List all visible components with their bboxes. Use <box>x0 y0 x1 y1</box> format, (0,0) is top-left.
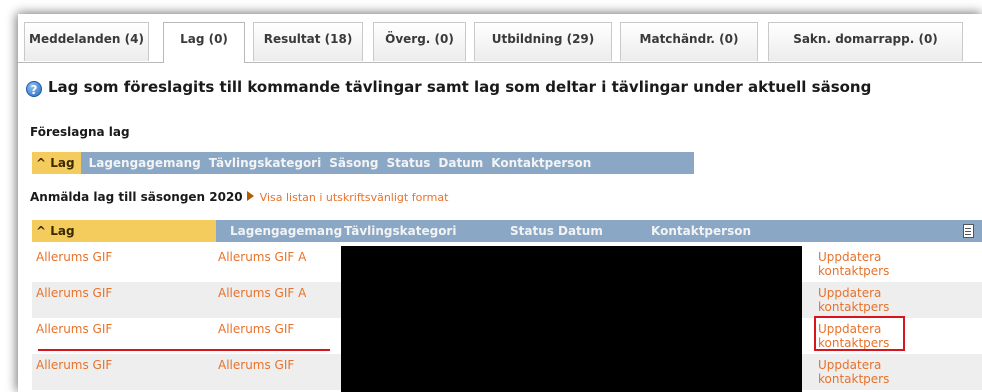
update-contact-link[interactable]: Uppdatera kontaktpers <box>818 358 908 386</box>
engagement-link[interactable]: Allerums GIF A <box>218 250 306 264</box>
col-header-tavlingskategori[interactable]: Tävlingskategori <box>344 220 456 242</box>
update-contact-link[interactable]: Uppdatera kontaktpers <box>818 250 908 278</box>
print-friendly-link[interactable]: Visa listan i utskriftsvänligt format <box>260 191 449 204</box>
col-header-kontaktperson[interactable]: Kontaktperson <box>491 156 591 170</box>
help-icon[interactable]: ? <box>26 81 42 97</box>
tab-bar: Meddelanden (4) Lag (0) Resultat (18) Öv… <box>18 14 982 63</box>
engagement-link[interactable]: Allerums GIF <box>218 358 294 372</box>
tab-lag[interactable]: Lag (0) <box>163 22 245 63</box>
col-header-datum[interactable]: Datum <box>558 220 603 242</box>
proposed-teams-header: ^ Lag Lagengagemang Tävlingskategori Säs… <box>32 152 694 174</box>
page-title: ? Lag som föreslagits till kommande tävli… <box>26 78 976 97</box>
col-header-tavlingskategori[interactable]: Tävlingskategori <box>209 156 321 170</box>
page-title-text: Lag som föreslagits till kommande tävlin… <box>48 78 872 96</box>
engagement-link[interactable]: Allerums GIF A <box>218 286 306 300</box>
col-header-sasong[interactable]: Säsong <box>329 156 378 170</box>
tab-utbildning[interactable]: Utbildning (29) <box>474 22 612 61</box>
app-frame: Meddelanden (4) Lag (0) Resultat (18) Öv… <box>18 14 982 392</box>
team-link[interactable]: Allerums GIF <box>36 286 112 300</box>
team-link[interactable]: Allerums GIF <box>36 250 112 264</box>
proposed-teams-title: Föreslagna lag <box>30 125 130 139</box>
col-header-datum[interactable]: Datum <box>438 156 483 170</box>
col-header-lagengagemang[interactable]: Lagengagemang <box>89 156 201 170</box>
annotation-highlight-box <box>814 316 905 351</box>
registered-teams-header: ^ Lag Lagengagemang Tävlingskategori Sta… <box>32 220 982 242</box>
registered-teams-title-text: Anmälda lag till säsongen 2020 <box>30 190 243 204</box>
tab-meddelanden[interactable]: Meddelanden (4) <box>24 22 149 61</box>
col-header-status[interactable]: Status <box>386 156 430 170</box>
tab-overg[interactable]: Överg. (0) <box>373 22 466 61</box>
redaction-block <box>341 246 802 392</box>
engagement-link[interactable]: Allerums GIF <box>218 322 294 336</box>
tab-sakn-domarrapp[interactable]: Sakn. domarrapp. (0) <box>768 22 963 61</box>
col-header-lagengagemang[interactable]: Lagengagemang <box>230 220 342 242</box>
col-header-status[interactable]: Status <box>510 220 554 242</box>
team-link[interactable]: Allerums GIF <box>36 358 112 372</box>
annotation-underline <box>38 349 330 351</box>
triangle-right-icon <box>246 191 254 201</box>
registered-teams-title: Anmälda lag till säsongen 2020 Visa lista… <box>30 190 448 204</box>
team-link[interactable]: Allerums GIF <box>36 322 112 336</box>
document-icon[interactable] <box>963 224 974 238</box>
col-header-lag[interactable]: ^ Lag <box>32 152 81 174</box>
col-header-lag[interactable]: ^ Lag <box>32 220 216 242</box>
col-header-kontaktperson[interactable]: Kontaktperson <box>651 220 751 242</box>
update-contact-link[interactable]: Uppdatera kontaktpers <box>818 286 908 314</box>
tab-resultat[interactable]: Resultat (18) <box>253 22 363 61</box>
tab-matchandr[interactable]: Matchändr. (0) <box>620 22 758 61</box>
